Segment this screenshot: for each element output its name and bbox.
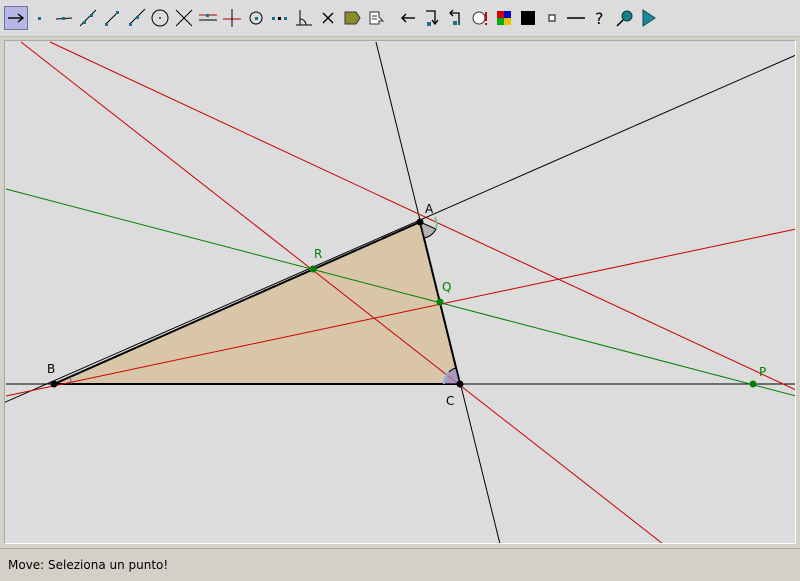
color-palette-icon	[497, 11, 511, 25]
show-icon	[449, 9, 460, 25]
color-button[interactable]	[492, 6, 516, 30]
text-icon	[369, 11, 385, 25]
parallel-line-button[interactable]	[196, 6, 220, 30]
intersect-icon	[175, 9, 193, 27]
dotted-line-button[interactable]	[268, 6, 292, 30]
text-button[interactable]	[364, 6, 388, 30]
hide-button[interactable]	[420, 6, 444, 30]
center-button[interactable]	[244, 6, 268, 30]
toolbar: ?	[0, 0, 800, 37]
delete-x-icon	[322, 12, 334, 24]
geometry-figure[interactable]: A B C P Q R	[5, 41, 796, 544]
line-style-icon	[567, 17, 585, 19]
line-icon	[79, 9, 97, 27]
point-icon	[38, 17, 41, 20]
point-b[interactable]	[50, 380, 58, 388]
macro-icon	[344, 11, 361, 25]
show-button[interactable]	[444, 6, 468, 30]
play-icon	[642, 9, 656, 27]
magnifier-icon	[616, 10, 633, 27]
line-style-button[interactable]	[564, 6, 588, 30]
point-c[interactable]	[456, 380, 464, 388]
segment-icon	[105, 11, 119, 26]
point-q[interactable]	[436, 298, 444, 306]
undo-button[interactable]	[396, 6, 420, 30]
point-p[interactable]	[749, 380, 757, 388]
comment-icon	[472, 11, 487, 25]
circle-icon	[151, 9, 169, 27]
dotted-line-icon	[272, 17, 287, 20]
undo-arrow-icon	[401, 13, 415, 23]
move-arrow-icon	[8, 13, 25, 23]
macro-button[interactable]	[340, 6, 364, 30]
ray-button[interactable]	[124, 6, 148, 30]
question-icon: ?	[595, 9, 604, 28]
point-r[interactable]	[309, 265, 317, 273]
point-label-q: Q	[442, 280, 451, 294]
help-button[interactable]: ?	[588, 6, 612, 30]
comment-button[interactable]	[468, 6, 492, 30]
point-a[interactable]	[416, 218, 424, 226]
angle-icon	[296, 10, 312, 26]
circle-button[interactable]	[148, 6, 172, 30]
point-label-p: P	[759, 365, 766, 379]
red-line-through-c[interactable]	[20, 41, 663, 544]
angle-button[interactable]	[292, 6, 316, 30]
svg-text:?: ?	[595, 9, 604, 28]
line-through-two-points-button[interactable]	[76, 6, 100, 30]
zoom-button[interactable]	[612, 6, 636, 30]
small-square-icon	[548, 14, 556, 22]
ray-icon	[129, 8, 146, 26]
drawing-canvas[interactable]: A B C P Q R	[4, 40, 796, 544]
status-bar: Move: Seleziona un punto!	[0, 548, 800, 581]
triangle-abc-fill[interactable]	[54, 222, 460, 384]
parallel-line-icon	[199, 14, 217, 21]
fill-button[interactable]	[516, 6, 540, 30]
hide-icon	[426, 10, 439, 26]
segment-button[interactable]	[100, 6, 124, 30]
perpendicular-line-icon	[223, 9, 241, 27]
point-label-c: C	[446, 394, 454, 408]
center-point-icon	[249, 11, 263, 25]
point-on-object-icon	[55, 17, 73, 20]
move-tool-button[interactable]	[4, 6, 28, 30]
angle-a-green[interactable]	[434, 216, 438, 230]
status-message: Move: Seleziona un punto!	[8, 558, 169, 572]
point-label-b: B	[47, 362, 55, 376]
run-button[interactable]	[636, 6, 660, 30]
new-point-button[interactable]	[28, 6, 52, 30]
intersect-button[interactable]	[172, 6, 196, 30]
point-label-a: A	[425, 202, 434, 216]
fill-square-icon	[521, 11, 535, 25]
point-on-object-button[interactable]	[52, 6, 76, 30]
point-label-r: R	[314, 247, 322, 261]
point-size-button[interactable]	[540, 6, 564, 30]
perpendicular-line-button[interactable]	[220, 6, 244, 30]
delete-button[interactable]	[316, 6, 340, 30]
